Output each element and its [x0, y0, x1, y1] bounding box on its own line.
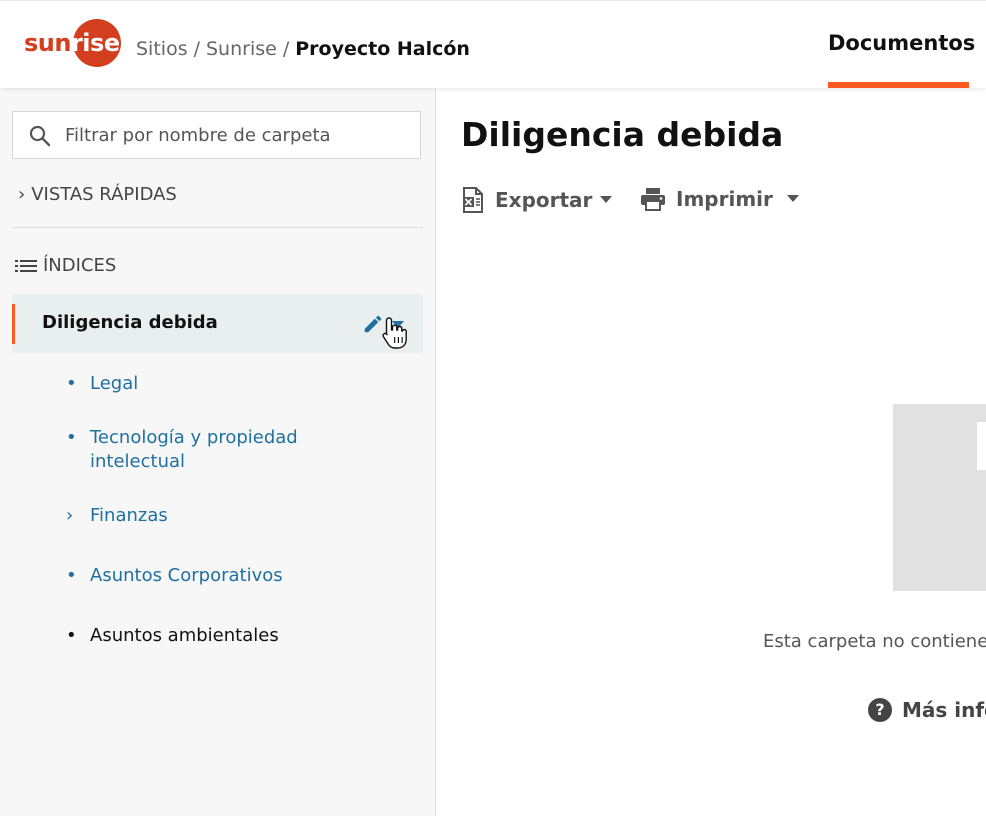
breadcrumb-sites[interactable]: Sitios: [136, 38, 188, 60]
caret-down-icon: [600, 196, 613, 203]
hand-cursor-icon: [382, 317, 407, 349]
logo-wordmark: sunrise: [24, 29, 120, 57]
empty-folder-illustration: [893, 404, 986, 591]
bullet-icon: •: [66, 373, 77, 394]
export-button[interactable]: Exportar: [461, 187, 622, 213]
print-label: Imprimir: [676, 187, 773, 211]
more-info-link[interactable]: ? Más info: [868, 698, 986, 722]
sidebar-item-tecnologia[interactable]: • Tecnología y propiedad intelectual: [66, 426, 366, 474]
breadcrumb-separator: /: [193, 38, 200, 60]
sidebar-divider: [12, 227, 423, 228]
sidebar-item-label: Asuntos ambientales: [90, 625, 279, 646]
active-indicator: [12, 304, 15, 344]
printer-icon: [641, 188, 665, 211]
breadcrumb: Sitios / Sunrise / Proyecto Halcón: [136, 37, 470, 61]
caret-down-icon: [786, 195, 799, 202]
chevron-right-icon: ›: [18, 184, 26, 205]
bullet-icon: •: [66, 565, 77, 586]
top-header: sunrise Sitios / Sunrise / Proyecto Halcón D…: [0, 0, 986, 88]
sidebar-item-diligencia-debida[interactable]: Diligencia debida: [12, 294, 423, 353]
sunrise-logo[interactable]: sunrise: [22, 19, 124, 69]
empty-folder-message: Esta carpeta no contiene: [763, 631, 986, 652]
sidebar-item-finanzas[interactable]: › Finanzas: [66, 504, 366, 528]
breadcrumb-separator: /: [282, 38, 290, 60]
list-icon: [15, 259, 37, 272]
breadcrumb-current: Proyecto Halcón: [295, 38, 470, 60]
print-button[interactable]: Imprimir: [640, 187, 809, 211]
folder-filter: [12, 111, 421, 159]
breadcrumb-site[interactable]: Sunrise: [206, 38, 277, 60]
chevron-right-icon[interactable]: ›: [66, 504, 80, 528]
main-content: Diligencia debida Exportar Imprimir Esta…: [436, 87, 986, 816]
sidebar-item-label: Asuntos Corporativos: [90, 565, 283, 586]
tab-active-indicator: [828, 82, 969, 88]
bullet-icon: •: [66, 427, 77, 448]
excel-file-icon: [463, 187, 483, 213]
sidebar-item-label: Legal: [90, 373, 139, 394]
bullet-icon: •: [66, 625, 77, 646]
sidebar-item-label: Finanzas: [90, 505, 168, 526]
help-icon: ?: [868, 698, 892, 722]
quick-views-label: VISTAS RÁPIDAS: [31, 184, 177, 205]
sidebar-item-asuntos-corporativos[interactable]: • Asuntos Corporativos: [66, 564, 366, 588]
search-icon: [29, 125, 51, 147]
quick-views-toggle[interactable]: › VISTAS RÁPIDAS: [18, 184, 177, 205]
sidebar: › VISTAS RÁPIDAS ÍNDICES Diligencia debi…: [0, 87, 436, 816]
tab-documents[interactable]: Documentos: [828, 31, 975, 55]
sidebar-item-label: Tecnología y propiedad intelectual: [90, 427, 298, 472]
export-label: Exportar: [495, 188, 593, 212]
page-title: Diligencia debida: [461, 115, 784, 154]
more-info-label: Más info: [902, 698, 986, 722]
illustration-detail: [977, 422, 986, 470]
folder-filter-input[interactable]: [65, 112, 415, 158]
sidebar-item-label: Diligencia debida: [42, 312, 218, 333]
indices-label: ÍNDICES: [43, 255, 117, 276]
indices-heading: ÍNDICES: [14, 255, 116, 276]
sidebar-item-legal[interactable]: • Legal: [66, 372, 366, 396]
sidebar-item-asuntos-ambientales[interactable]: • Asuntos ambientales: [66, 624, 366, 648]
